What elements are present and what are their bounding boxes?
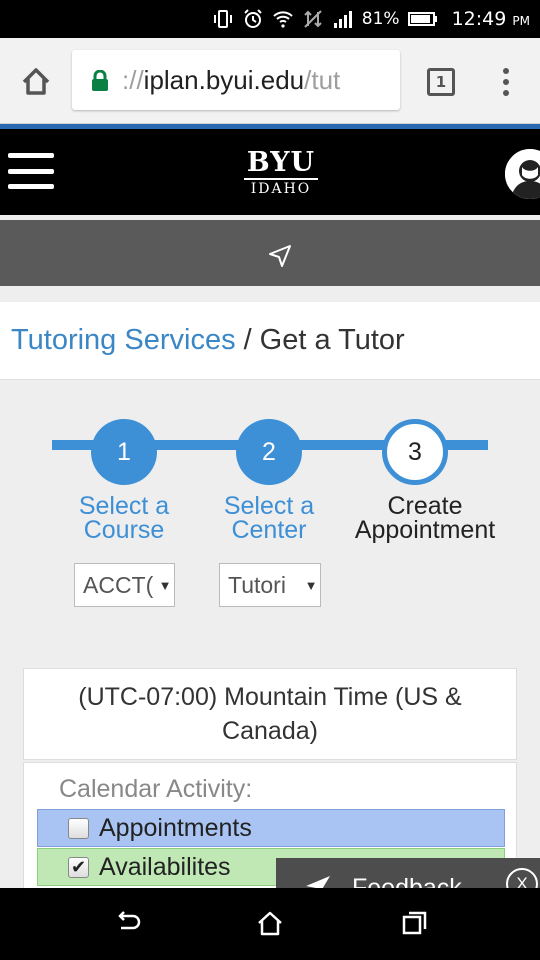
alarm-icon (242, 8, 264, 30)
url-bar[interactable]: ://iplan.byui.edu/tut (72, 50, 400, 110)
legend-appointments[interactable]: Appointments (37, 809, 505, 847)
clock: 12:49 PM (451, 8, 530, 30)
back-icon[interactable] (113, 908, 143, 938)
home-icon[interactable] (16, 62, 56, 102)
availabilities-label: Availabilites (99, 852, 231, 881)
home-nav-icon[interactable] (255, 908, 285, 938)
recents-icon[interactable] (400, 908, 430, 938)
wifi-icon (272, 8, 294, 30)
android-navigation-bar (0, 888, 540, 960)
hamburger-menu-icon[interactable] (8, 153, 54, 189)
step-1-label[interactable]: Select a Course (54, 494, 194, 543)
battery-icon (407, 8, 438, 30)
user-avatar[interactable] (505, 149, 540, 199)
site-header: BYU IDAHO (0, 129, 540, 215)
browser-toolbar: ://iplan.byui.edu/tut 1 (0, 38, 540, 124)
tab-switcher-button[interactable]: 1 (427, 68, 455, 96)
dropdown-caret-icon: ▼ (158, 577, 172, 593)
page-title: Get a Tutor (259, 324, 405, 356)
center-select[interactable]: Tutori ▼ (219, 563, 321, 607)
byui-logo[interactable]: BYU IDAHO (238, 149, 324, 197)
course-select[interactable]: ACCT(▼ (74, 563, 175, 607)
signal-icon (332, 8, 354, 30)
no-data-icon (302, 8, 324, 30)
step-1-circle[interactable]: 1 (91, 419, 157, 485)
appointments-checkbox[interactable] (68, 817, 89, 839)
step-2-circle[interactable]: 2 (236, 419, 302, 485)
overflow-menu-icon[interactable] (494, 66, 518, 98)
lock-icon (90, 69, 110, 91)
availabilities-checkbox[interactable]: ✔ (68, 856, 89, 878)
appointments-label: Appointments (99, 813, 252, 842)
breadcrumb: Tutoring Services / Get a Tutor (0, 302, 540, 380)
breadcrumb-separator: / (243, 324, 252, 356)
step-3-circle: 3 (382, 419, 448, 485)
calendar-activity-heading: Calendar Activity: (59, 775, 253, 803)
breadcrumb-tutoring-services-link[interactable]: Tutoring Services (11, 324, 236, 357)
vibrate-icon (212, 8, 234, 30)
navigation-arrow-icon[interactable] (268, 244, 292, 268)
step-2-label[interactable]: Select a Center (199, 494, 339, 543)
status-bar: 81% 12:49 PM (0, 0, 540, 38)
battery-percent: 81% (361, 9, 400, 29)
dropdown-caret-icon: ▼ (304, 577, 318, 593)
timezone-label: (UTC-07:00) Mountain Time (US & Canada) (23, 668, 517, 760)
location-nav-bar (0, 220, 540, 286)
step-3-label: Create Appointment (354, 492, 496, 544)
url-text: ://iplan.byui.edu/tut (122, 64, 341, 95)
